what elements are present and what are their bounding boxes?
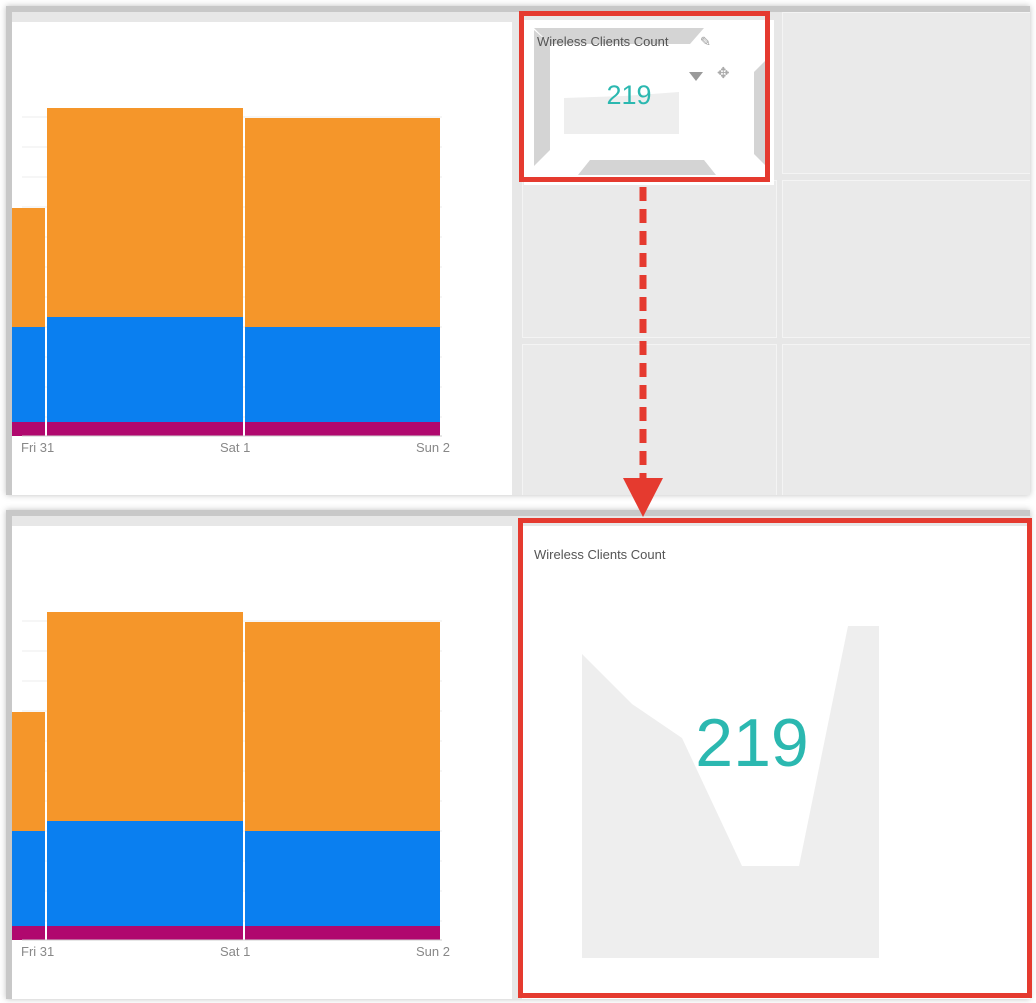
bar-segment-purple <box>12 926 45 940</box>
bar-fri-31 <box>47 612 243 940</box>
bar-segment-purple <box>245 926 440 940</box>
empty-grid-cell[interactable] <box>782 344 1030 495</box>
bar-sat-1 <box>245 622 440 940</box>
bar-sat-1 <box>245 118 440 436</box>
bar-segment-blue <box>12 831 45 926</box>
bar-segment-orange <box>245 118 440 327</box>
empty-grid-cell[interactable] <box>782 12 1030 174</box>
x-tick-label: Fri 31 <box>21 944 55 959</box>
bar-segment-blue <box>12 327 45 422</box>
highlight-box-large-widget <box>518 518 1032 998</box>
bar-segment-purple <box>47 926 243 940</box>
x-tick-label: Sun 2 <box>416 944 450 959</box>
bar-segment-purple <box>245 422 440 436</box>
x-tick-label: Fri 31 <box>21 440 55 455</box>
bar-segment-purple <box>12 422 45 436</box>
stacked-bar-chart <box>12 612 442 941</box>
bar-fri-30 <box>12 208 45 436</box>
bar-segment-orange <box>12 208 45 327</box>
bar-segment-blue <box>245 831 440 926</box>
bar-segment-orange <box>47 108 243 317</box>
bar-segment-blue <box>245 327 440 422</box>
bar-fri-31 <box>47 108 243 436</box>
arrow-head <box>623 478 663 517</box>
bar-segment-orange <box>12 712 45 831</box>
dashboard-edit-mode-panel: Fri 31 Sat 1 Sun 2 Wireless Clients Coun… <box>6 6 1030 495</box>
x-tick-label: Sat 1 <box>220 944 251 959</box>
bar-fri-30 <box>12 712 45 940</box>
bar-segment-orange <box>245 622 440 831</box>
x-tick-label: Sat 1 <box>220 440 251 455</box>
bar-segment-orange <box>47 612 243 821</box>
stacked-bar-chart-widget: Fri 31 Sat 1 Sun 2 <box>12 22 512 495</box>
bar-segment-blue <box>47 317 243 422</box>
highlight-box-small-widget <box>519 11 770 182</box>
x-tick-label: Sun 2 <box>416 440 450 455</box>
resize-arrow <box>623 187 663 517</box>
stacked-bar-chart <box>12 108 442 437</box>
stacked-bar-chart-widget: Fri 31 Sat 1 Sun 2 <box>12 526 512 999</box>
empty-grid-cell[interactable] <box>782 180 1030 338</box>
bar-segment-purple <box>47 422 243 436</box>
bar-segment-blue <box>47 821 243 926</box>
